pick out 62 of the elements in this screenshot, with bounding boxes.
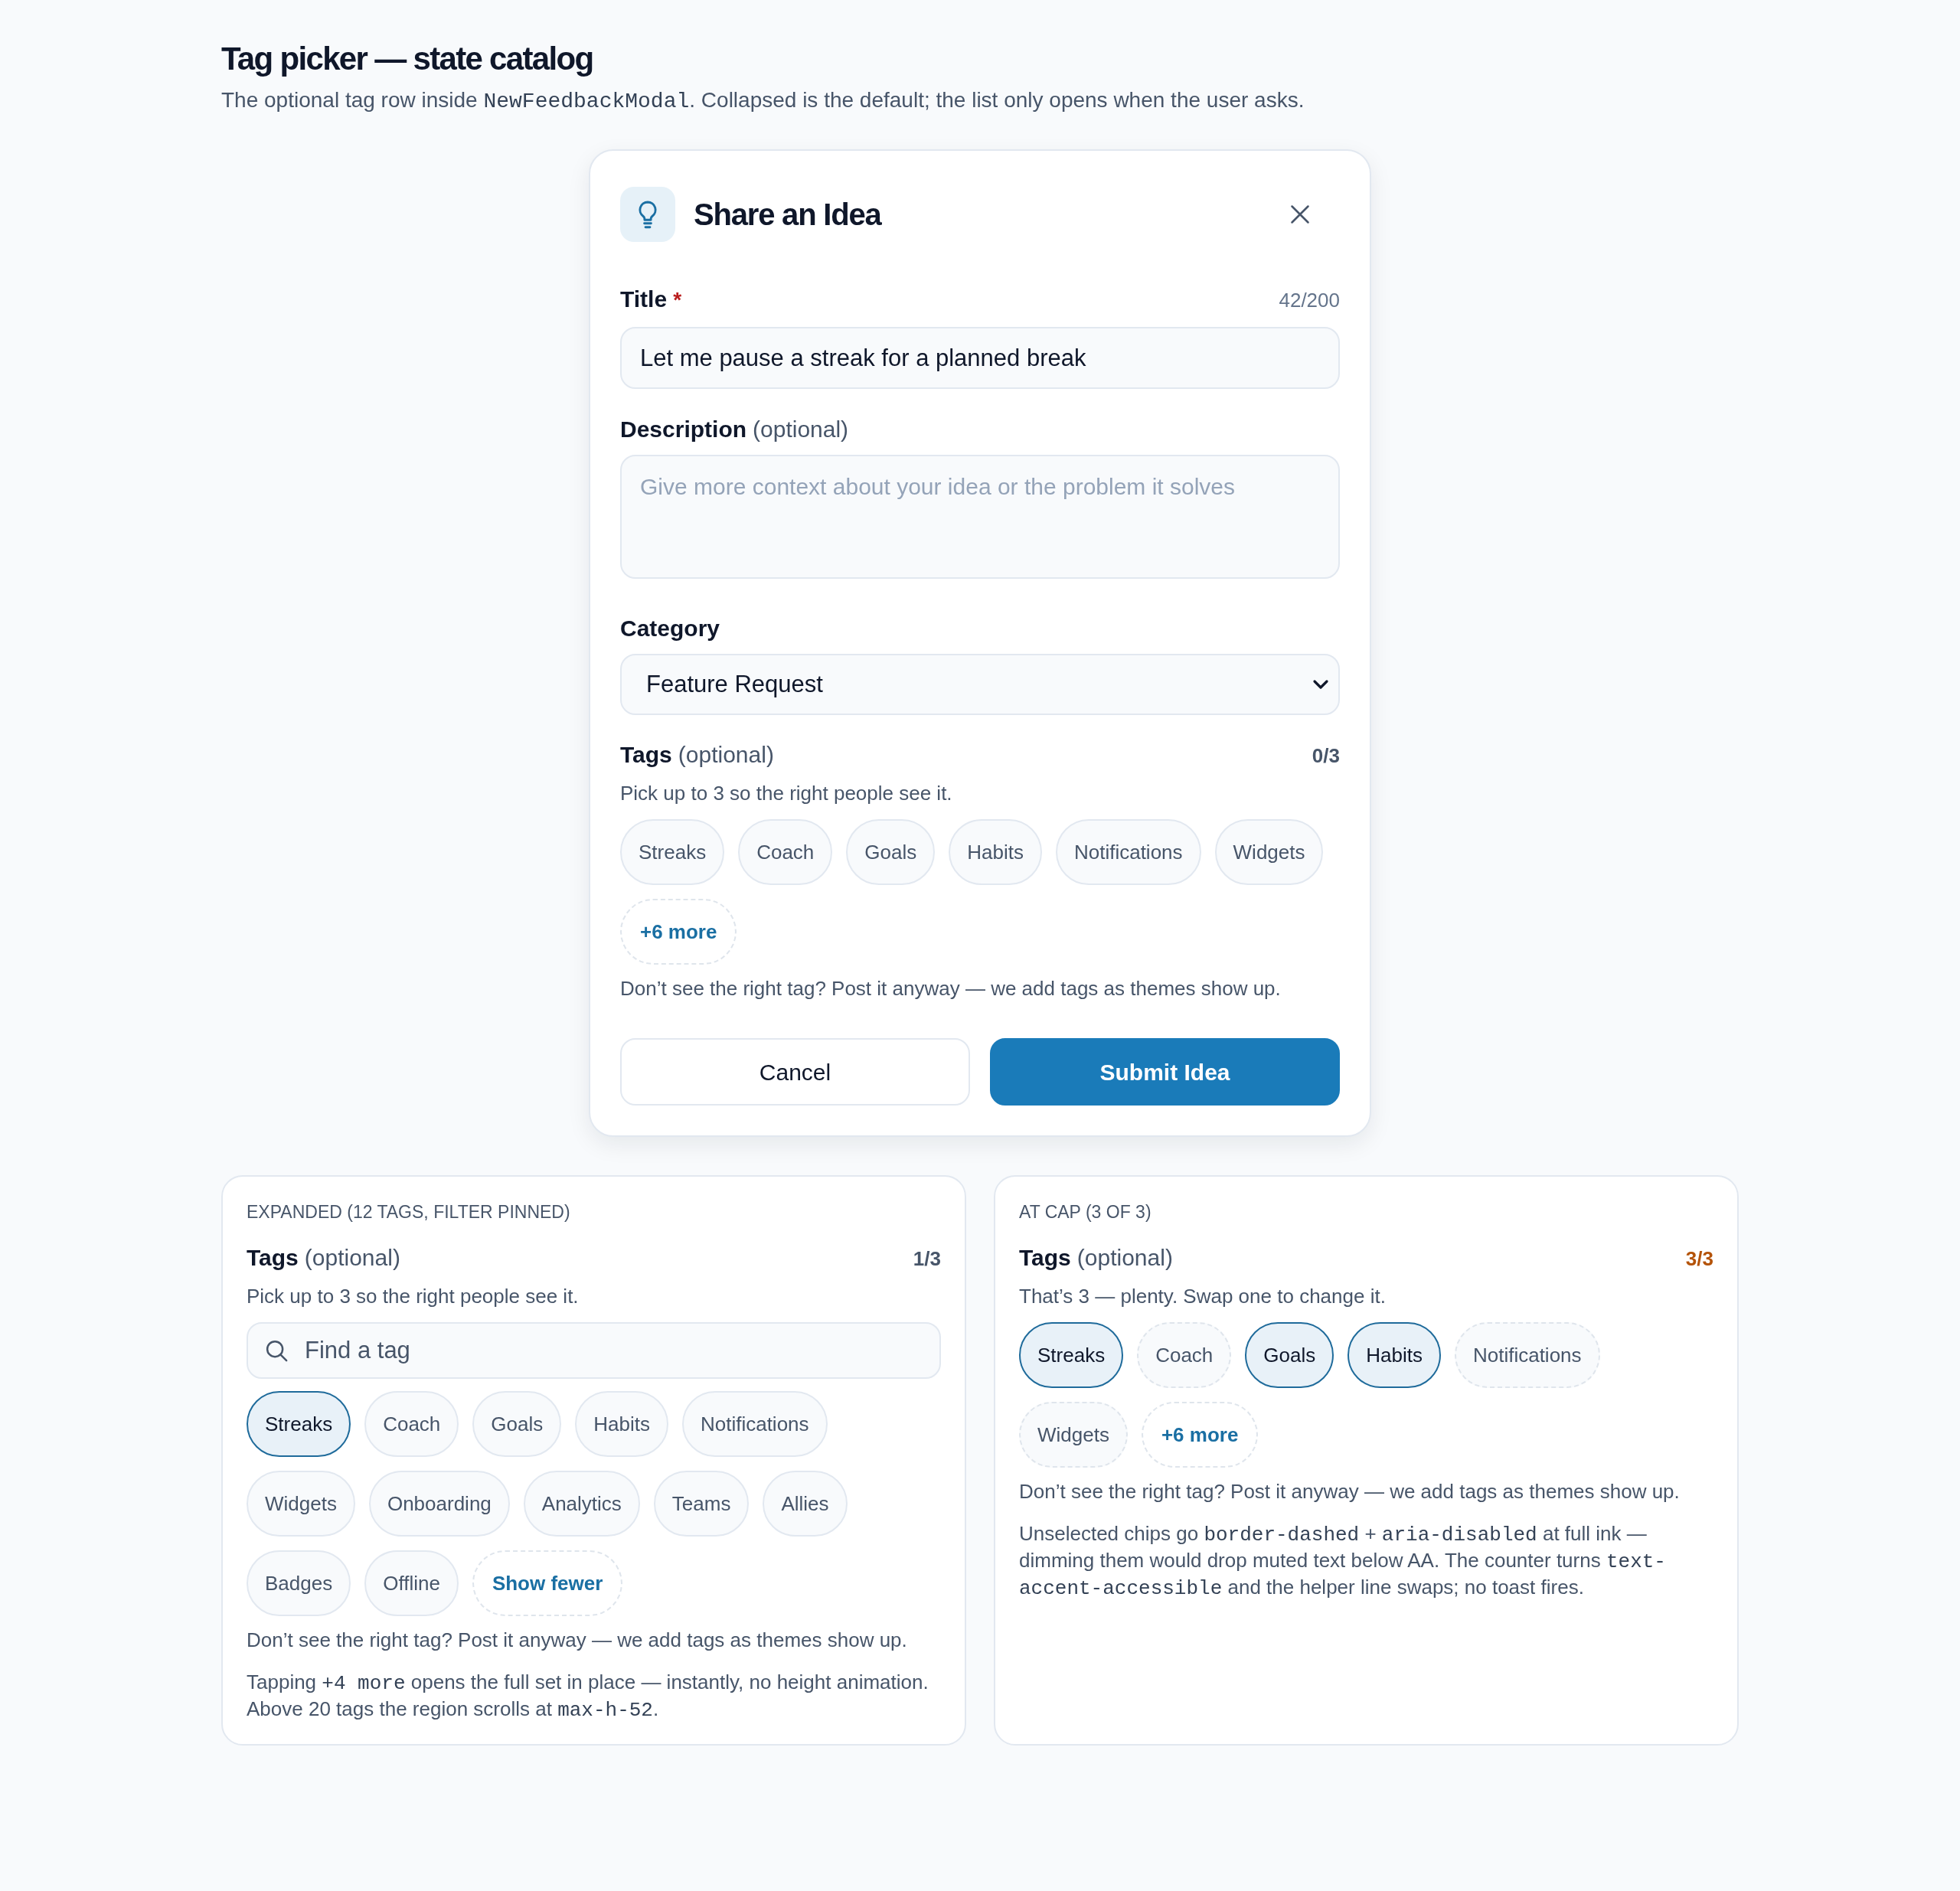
tag-chip[interactable]: Streaks (1019, 1322, 1124, 1388)
tag-chip[interactable]: Widgets (247, 1471, 355, 1537)
expand-toggle[interactable]: +6 more (1141, 1402, 1259, 1468)
tag-chip[interactable]: Badges (247, 1550, 351, 1616)
tag-counter: 3/3 (1685, 1246, 1713, 1272)
tag-chip[interactable]: Widgets (1214, 819, 1324, 885)
character-counter: 42/200 (1279, 288, 1340, 313)
search-field[interactable]: Find a tag (247, 1322, 941, 1379)
tag-chip[interactable]: Analytics (523, 1471, 640, 1537)
cancel-button[interactable]: Cancel (620, 1038, 970, 1106)
tag-chip[interactable]: Coach (364, 1391, 459, 1457)
tag-chip[interactable]: Streaks (620, 819, 725, 885)
tag-counter: 0/3 (1312, 743, 1340, 769)
tag-chip[interactable]: Goals (1245, 1322, 1334, 1388)
optional-hint: (optional) (753, 416, 849, 443)
tag-chip[interactable]: Habits (575, 1391, 668, 1457)
description-textarea[interactable]: Give more context about your idea or the problem it solves (620, 455, 1340, 579)
page-title: Tag picker — state catalog (221, 40, 594, 78)
lightbulb-icon (620, 187, 675, 242)
helper-text: Pick up to 3 so the right people see it. (620, 781, 953, 806)
title-input[interactable]: Let me pause a streak for a planned break (620, 327, 1340, 389)
field-label: Tags (620, 741, 672, 769)
optional-hint: (optional) (678, 741, 774, 769)
tag-chip[interactable]: Offline (364, 1550, 459, 1616)
helper-text: Don’t see the right tag? Post it anyway — we add tags as themes show up. (1019, 1479, 1681, 1504)
category-select[interactable]: Feature Request (620, 654, 1340, 715)
tag-chip[interactable]: Notifications (1055, 819, 1201, 885)
search-icon (265, 1339, 288, 1362)
field-label: Title (620, 286, 668, 313)
optional-hint: (optional) (304, 1244, 400, 1272)
card-caption: EXPANDED (12 TAGS, FILTER PINNED) (247, 1201, 571, 1223)
field-label: Description (620, 416, 747, 443)
field-label: Tags (247, 1244, 299, 1272)
optional-hint: (optional) (1076, 1244, 1173, 1272)
chevron-down-icon (1312, 679, 1329, 690)
page-subtitle: The optional tag row inside NewFeedbackModal. Collapsed is the default; the list only opens when the user asks. (221, 87, 1305, 115)
field-label: Category (620, 615, 720, 642)
tag-chip[interactable]: Habits (1348, 1322, 1441, 1388)
tag-chip[interactable]: Notifications (681, 1391, 828, 1457)
helper-text: Don’t see the right tag? Post it anyway — we add tags as themes show up. (620, 976, 1282, 1001)
helper-text: Don’t see the right tag? Post it anyway — we add tags as themes show up. (247, 1628, 908, 1653)
card-note: Tapping +4 more opens the full set in place — instantly, no height animation. Above 20 tags the region scrolls at max-h-52. (247, 1670, 929, 1723)
required-mark: * (673, 287, 682, 313)
tag-chip[interactable]: Goals (472, 1391, 562, 1457)
tag-chip[interactable]: Goals (846, 819, 936, 885)
close-icon (1289, 204, 1311, 225)
card-note: Unselected chips go border-dashed + aria-disabled at full ink — dimming them would drop muted text below AA. The counter turns text-accent-accessible and the helper line swaps; no toast fires. (1019, 1521, 1667, 1602)
tag-chip[interactable]: Habits (949, 819, 1042, 885)
tag-chip[interactable]: Streaks (247, 1391, 351, 1457)
helper-text: That’s 3 — plenty. Swap one to change it. (1019, 1284, 1387, 1309)
card-caption: AT CAP (3 OF 3) (1019, 1201, 1152, 1223)
tag-chip[interactable]: Onboarding (368, 1471, 510, 1537)
helper-text: Pick up to 3 so the right people see it. (247, 1284, 580, 1309)
submit-button[interactable]: Submit Idea (990, 1038, 1340, 1106)
tag-chip[interactable]: Coach (738, 819, 833, 885)
field-label: Tags (1019, 1244, 1071, 1272)
expand-toggle[interactable]: +6 more (620, 899, 737, 965)
tag-counter: 1/3 (913, 1246, 941, 1272)
tag-chip[interactable]: Allies (763, 1471, 848, 1537)
tag-chip[interactable]: Teams (653, 1471, 750, 1537)
modal-title: Share an Idea (694, 197, 881, 233)
expand-toggle[interactable]: Show fewer (472, 1550, 623, 1616)
